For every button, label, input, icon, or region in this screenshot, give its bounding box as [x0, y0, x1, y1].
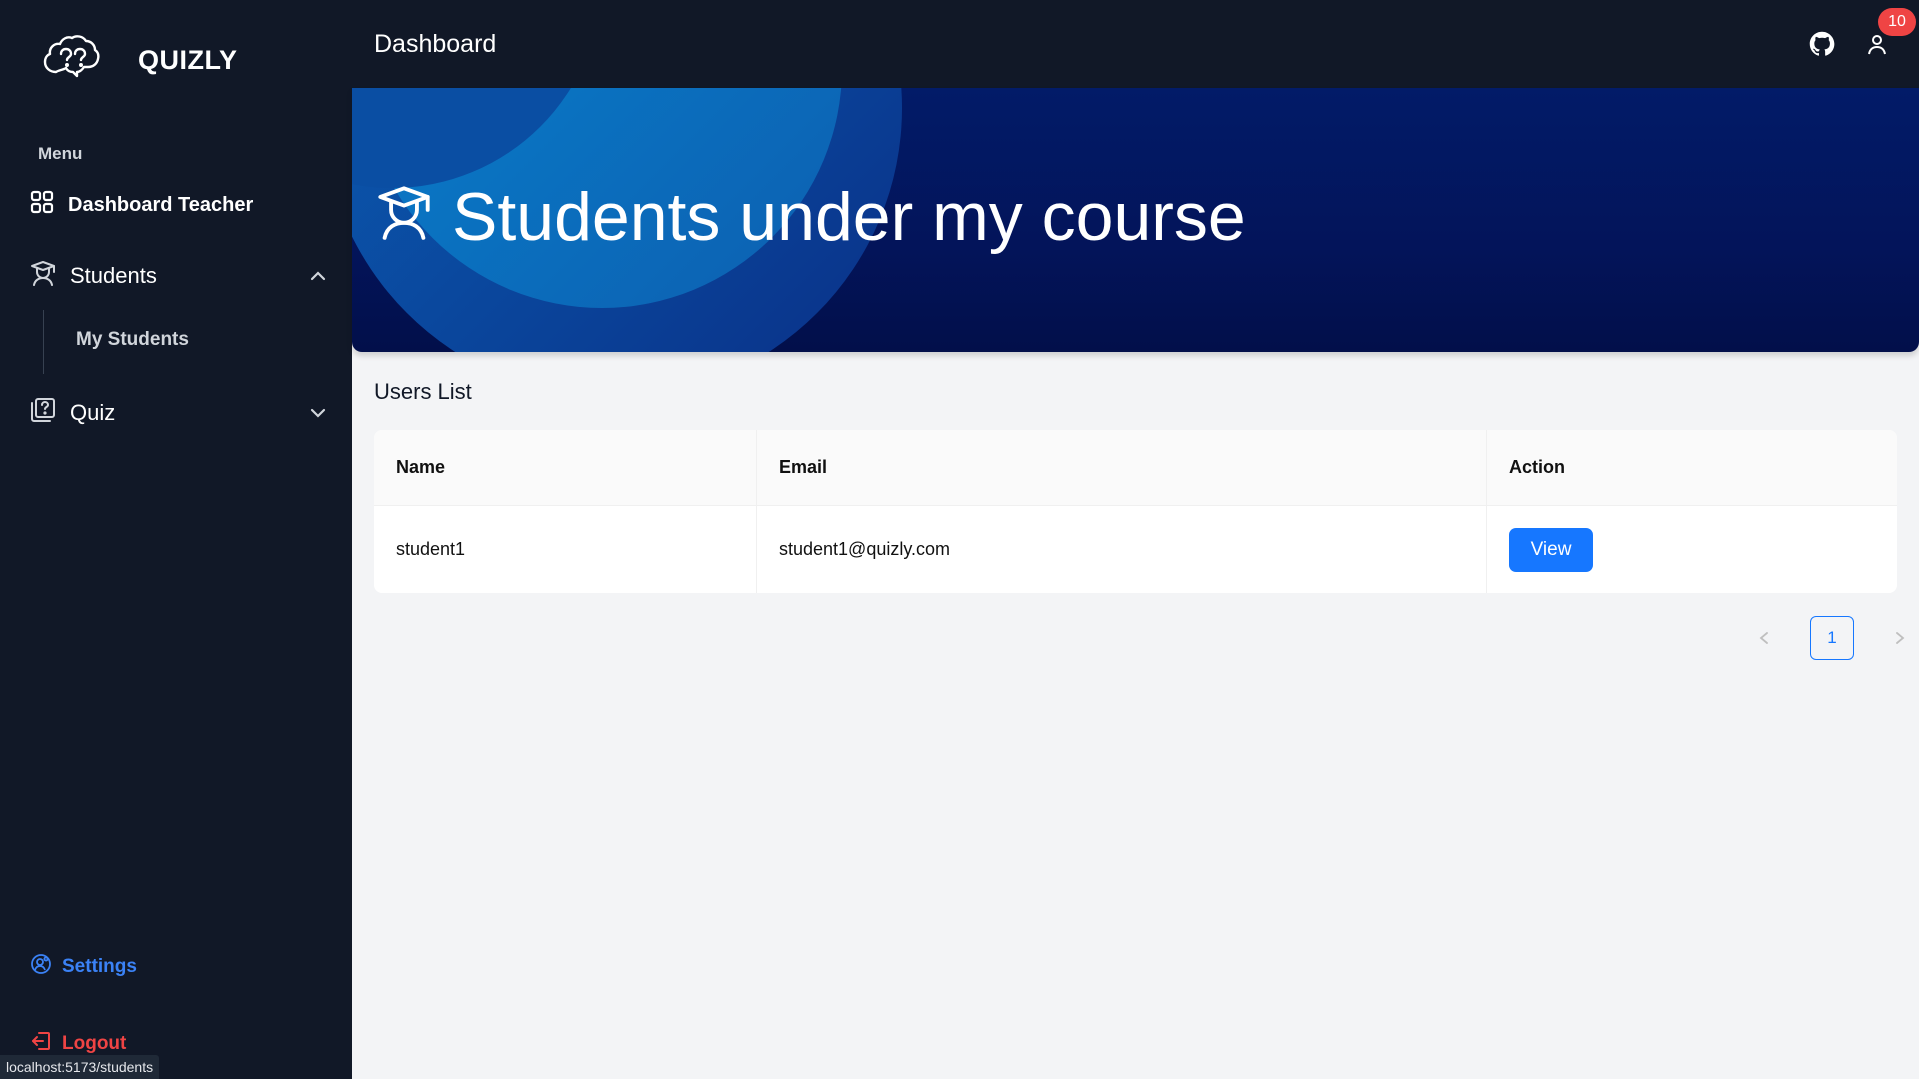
- column-header-name: Name: [396, 457, 446, 477]
- column-header-email: Email: [756, 430, 1486, 505]
- brand-name: QUIZLY: [138, 45, 238, 75]
- users-table: Name Email Action student1 student1@quiz…: [374, 430, 1897, 593]
- settings-link[interactable]: Settings: [30, 953, 137, 981]
- submenu-divider: [43, 310, 44, 374]
- cell-action: View: [1486, 506, 1897, 593]
- cell-email: student1@quizly.com: [756, 506, 1486, 593]
- sidebar-item-students[interactable]: Students: [30, 260, 326, 292]
- sidebar-item-dashboard-teacher[interactable]: Dashboard Teacher: [30, 190, 253, 220]
- sidebar-item-my-students[interactable]: My Students: [76, 329, 189, 351]
- status-url: localhost:5173/students: [0, 1055, 160, 1079]
- user-icon[interactable]: [1865, 32, 1889, 56]
- brand[interactable]: QUIZLY: [42, 32, 238, 89]
- sidebar: QUIZLY Menu Dashboard Teacher Students M…: [0, 0, 352, 1079]
- users-list-title: Users List: [374, 379, 472, 404]
- banner-title-text: Students under my course: [452, 179, 1246, 255]
- graduate-icon: [376, 178, 432, 256]
- sidebar-item-label: Dashboard Teacher: [68, 193, 254, 216]
- quiz-icon: [30, 397, 56, 429]
- graduate-icon: [30, 260, 56, 292]
- banner-title: Students under my course: [376, 178, 1246, 256]
- notification-badge: 10: [1878, 8, 1916, 36]
- cell-name: student1: [396, 539, 466, 559]
- pagination: 1: [1750, 616, 1914, 660]
- sidebar-item-quiz[interactable]: Quiz: [30, 397, 326, 429]
- chevron-up-icon[interactable]: [310, 264, 326, 290]
- github-icon[interactable]: [1808, 30, 1836, 58]
- logout-label: Logout: [62, 1033, 127, 1054]
- logout-icon: [30, 1030, 52, 1058]
- settings-label: Settings: [62, 956, 137, 977]
- next-page-button[interactable]: [1886, 616, 1914, 660]
- table-header-row: Name Email Action: [374, 430, 1897, 505]
- brain-question-icon: [42, 32, 100, 89]
- logout-link[interactable]: Logout: [30, 1030, 126, 1058]
- page-1-button[interactable]: 1: [1810, 616, 1854, 660]
- chevron-right-icon: [1896, 632, 1905, 644]
- chevron-left-icon: [1759, 632, 1768, 644]
- sidebar-item-label: Quiz: [70, 400, 116, 425]
- column-header-action: Action: [1486, 430, 1897, 505]
- chevron-down-icon[interactable]: [310, 401, 326, 427]
- menu-heading: Menu: [38, 144, 83, 163]
- sidebar-item-label: Students: [70, 263, 157, 288]
- grid-icon: [30, 190, 54, 220]
- table-row: student1 student1@quizly.com View: [374, 505, 1897, 593]
- topbar: Dashboard 10: [352, 0, 1919, 88]
- prev-page-button[interactable]: [1750, 616, 1778, 660]
- user-gear-icon: [30, 953, 52, 981]
- hero-banner: Students under my course: [352, 88, 1919, 352]
- page-title: Dashboard: [374, 30, 497, 58]
- view-button[interactable]: View: [1509, 527, 1593, 572]
